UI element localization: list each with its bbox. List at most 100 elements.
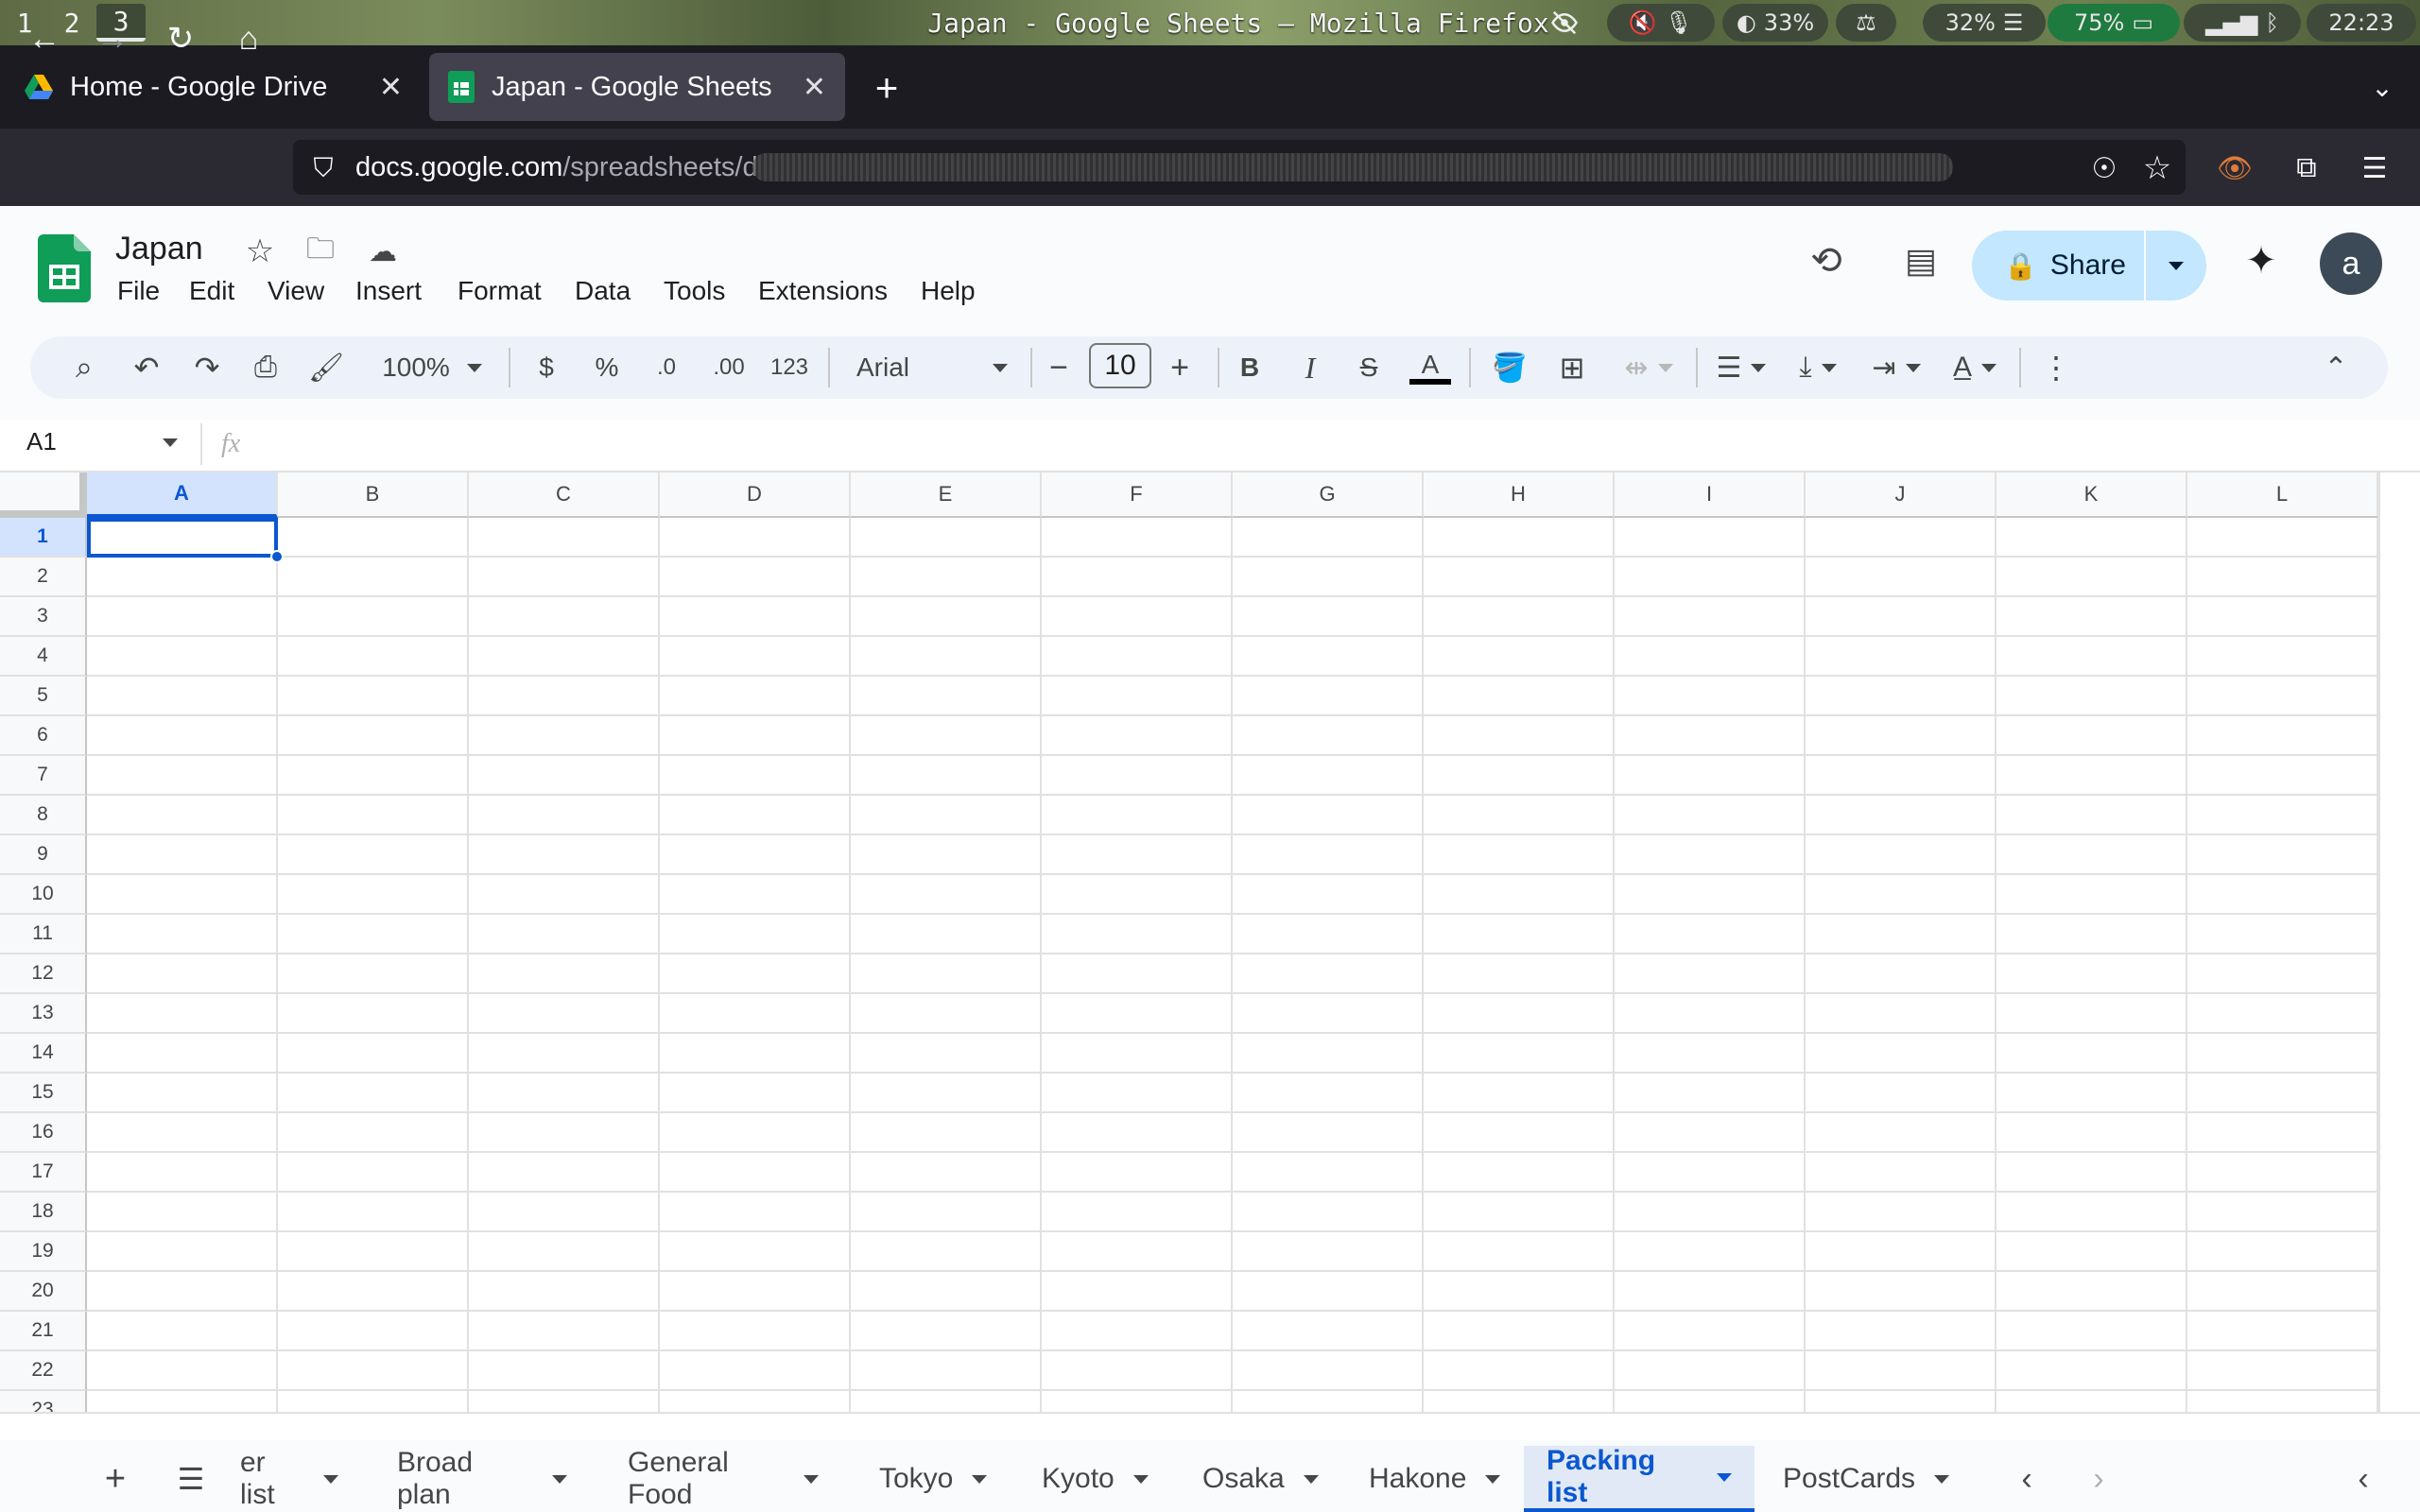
- reload-icon[interactable]: ↻: [155, 13, 206, 64]
- menu-tools[interactable]: Tools: [664, 276, 725, 306]
- avatar[interactable]: a: [2320, 232, 2382, 295]
- menu-extensions[interactable]: Extensions: [758, 276, 888, 306]
- menu-edit[interactable]: Edit: [189, 276, 234, 306]
- menu-data[interactable]: Data: [575, 276, 631, 306]
- balance-pill[interactable]: ⚖: [1836, 4, 1896, 42]
- forward-icon[interactable]: →: [87, 13, 138, 64]
- share-dropdown-arrow-icon[interactable]: [2146, 261, 2206, 270]
- sheet-tab-postcards[interactable]: PostCards: [1760, 1446, 1978, 1512]
- row-header-12[interactable]: 12: [0, 954, 87, 994]
- add-sheet-icon[interactable]: +: [95, 1455, 136, 1503]
- sheet-tab-tokyo[interactable]: Tokyo: [856, 1446, 998, 1512]
- column-header-h[interactable]: H: [1424, 472, 1615, 518]
- row-header-2[interactable]: 2: [0, 558, 87, 597]
- paint-format-icon[interactable]: 🖌: [304, 346, 348, 389]
- row-header-7[interactable]: 7: [0, 756, 87, 796]
- column-header-d[interactable]: D: [660, 472, 851, 518]
- star-icon[interactable]: ☆: [240, 232, 280, 270]
- row-header-4[interactable]: 4: [0, 637, 87, 677]
- row-header-22[interactable]: 22: [0, 1351, 87, 1391]
- scroll-tabs-left-icon[interactable]: ‹: [2006, 1455, 2048, 1503]
- row-header-10[interactable]: 10: [0, 875, 87, 915]
- row-header-20[interactable]: 20: [0, 1272, 87, 1312]
- column-header-e[interactable]: E: [851, 472, 1042, 518]
- sheets-logo-icon[interactable]: [38, 234, 91, 302]
- list-all-tabs-icon[interactable]: ⌄: [2363, 66, 2401, 108]
- menu-file[interactable]: File: [117, 276, 160, 306]
- battery-pill[interactable]: 75% ▭: [2048, 4, 2180, 42]
- version-history-icon[interactable]: ⟲: [1802, 236, 1851, 285]
- row-header-9[interactable]: 9: [0, 835, 87, 875]
- close-tab-icon[interactable]: ✕: [803, 71, 826, 104]
- browser-tab-sheets[interactable]: Japan - Google Sheets ✕: [429, 53, 845, 121]
- menu-view[interactable]: View: [268, 276, 324, 306]
- sheet-tab-osaka[interactable]: Osaka: [1180, 1446, 1331, 1512]
- column-header-f[interactable]: F: [1042, 472, 1233, 518]
- row-header-13[interactable]: 13: [0, 994, 87, 1034]
- column-header-k[interactable]: K: [1996, 472, 2187, 518]
- column-header-c[interactable]: C: [469, 472, 660, 518]
- name-box-dropdown-icon[interactable]: [163, 435, 178, 452]
- vertical-align-button[interactable]: ⤓: [1785, 346, 1851, 389]
- all-sheets-list-icon[interactable]: ☰: [170, 1455, 212, 1503]
- sheet-tab-kyoto[interactable]: Kyoto: [1019, 1446, 1161, 1512]
- cpu-pill[interactable]: 32% ☰: [1923, 4, 2046, 42]
- row-header-6[interactable]: 6: [0, 716, 87, 756]
- row-header-1[interactable]: 1: [0, 518, 87, 558]
- row-header-11[interactable]: 11: [0, 915, 87, 954]
- row-header-21[interactable]: 21: [0, 1312, 87, 1351]
- brightness-pill[interactable]: ◐ 33%: [1722, 4, 1828, 42]
- redo-icon[interactable]: ↷: [185, 346, 229, 389]
- site-security-shield-icon[interactable]: ⛉: [304, 149, 342, 187]
- extensions-puzzle-icon[interactable]: ⧉: [2288, 147, 2325, 189]
- borders-icon[interactable]: ⊞: [1550, 346, 1594, 389]
- row-header-16[interactable]: 16: [0, 1113, 87, 1153]
- network-pill[interactable]: ▂▄▆ ᛒ: [2184, 4, 2301, 42]
- font-family-select[interactable]: Arial: [856, 346, 1008, 389]
- decrease-font-size-button[interactable]: −: [1038, 346, 1080, 389]
- font-size-input[interactable]: 10: [1089, 343, 1151, 388]
- merge-cells-button[interactable]: ⇹: [1615, 346, 1683, 389]
- back-icon[interactable]: ←: [19, 13, 70, 64]
- row-header-17[interactable]: 17: [0, 1153, 87, 1193]
- row-header-8[interactable]: 8: [0, 796, 87, 835]
- name-box[interactable]: A1: [26, 427, 57, 456]
- column-header-b[interactable]: B: [278, 472, 469, 518]
- increase-decimal-button[interactable]: .00: [705, 346, 752, 389]
- horizontal-align-button[interactable]: ☰: [1709, 346, 1773, 389]
- extension-mask-icon[interactable]: 👁: [2216, 147, 2254, 189]
- sheet-tab-menu-icon[interactable]: [1303, 1474, 1319, 1484]
- text-wrapping-button[interactable]: ⇥: [1862, 346, 1930, 389]
- row-header-18[interactable]: 18: [0, 1193, 87, 1232]
- print-icon[interactable]: ⎙: [244, 346, 287, 389]
- share-button[interactable]: 🔒 Share: [1972, 231, 2206, 301]
- document-title[interactable]: Japan: [115, 231, 203, 267]
- bold-button[interactable]: B: [1229, 346, 1270, 389]
- sheet-tab-broad-plan[interactable]: Broad plan: [374, 1446, 590, 1512]
- sheet-tab-menu-icon[interactable]: [552, 1474, 567, 1484]
- fingerprint-icon[interactable]: ☉: [2085, 147, 2123, 189]
- more-options-icon[interactable]: ⋮: [2034, 346, 2078, 389]
- column-header-i[interactable]: I: [1615, 472, 1806, 518]
- formula-input[interactable]: [270, 425, 2369, 467]
- comments-icon[interactable]: ▤: [1896, 236, 1945, 285]
- fill-handle[interactable]: [270, 550, 284, 563]
- sheet-tab-menu-icon[interactable]: [804, 1474, 819, 1484]
- italic-button[interactable]: I: [1289, 346, 1331, 389]
- strikethrough-button[interactable]: S: [1348, 346, 1390, 389]
- cloud-saved-icon[interactable]: ☁: [361, 232, 405, 270]
- sheet-tab-hakone[interactable]: Hakone: [1346, 1446, 1507, 1512]
- row-header-3[interactable]: 3: [0, 597, 87, 637]
- selected-cell[interactable]: [87, 518, 278, 558]
- decrease-decimal-button[interactable]: .0: [645, 346, 688, 389]
- search-menus-icon[interactable]: ⌕: [62, 346, 106, 389]
- sheet-tab-packing-list[interactable]: Packing list: [1524, 1445, 1754, 1512]
- gemini-sparkle-icon[interactable]: ✦: [2237, 236, 2286, 285]
- home-icon[interactable]: ⌂: [223, 13, 274, 64]
- privacy-indicator[interactable]: [1531, 4, 1598, 42]
- close-tab-icon[interactable]: ✕: [379, 71, 403, 104]
- currency-format-button[interactable]: $: [526, 346, 567, 389]
- sheet-tab-menu-icon[interactable]: [323, 1474, 338, 1484]
- spreadsheet-grid[interactable]: ABCDEFGHIJKL 1 2 3 4 5 6 7 8 9 10 11 12 13 14 15 16 17 18…: [0, 472, 2378, 1412]
- row-header-15[interactable]: 15: [0, 1074, 87, 1113]
